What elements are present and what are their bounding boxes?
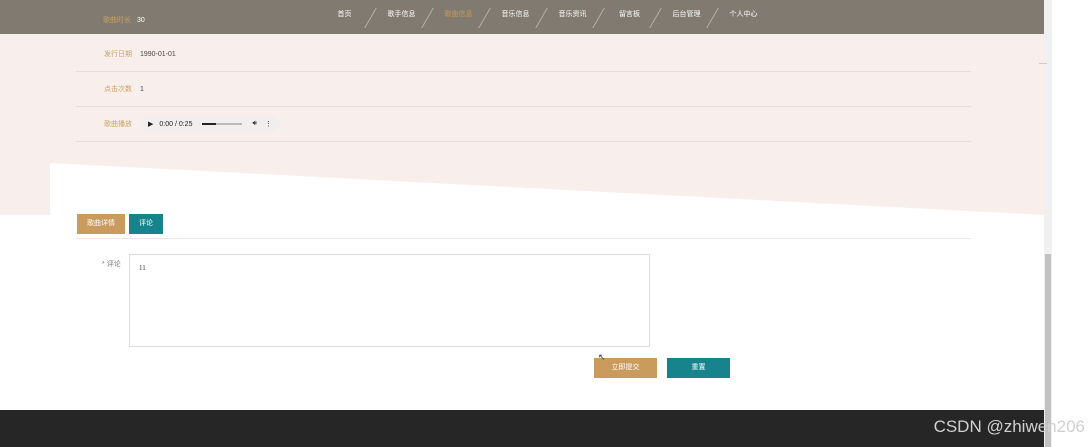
play-icon[interactable]: ▶ — [148, 120, 153, 128]
comment-label-text: 评论 — [106, 261, 121, 268]
tab-comment[interactable]: 评论 — [129, 214, 163, 234]
comment-label: * 评论 — [102, 259, 121, 269]
main-nav: 首页 歌手信息 歌曲信息 音乐信息 音乐资讯 留言板 后台管理 个人中心 — [316, 0, 772, 34]
song-duration-value: 30 — [137, 17, 145, 24]
clicks-value: 1 — [140, 85, 144, 93]
watermark-text: CSDN @zhiwen206 — [933, 417, 1085, 436]
audio-time: 0:00 / 0:25 — [159, 120, 193, 128]
volume-icon[interactable]: 🔊︎ — [252, 120, 256, 128]
tab-divider — [76, 238, 971, 239]
nav-item-music[interactable]: 音乐信息 — [487, 0, 544, 34]
song-duration-info: 歌曲时长 30 — [103, 15, 145, 25]
top-navbar: 歌曲时长 30 首页 歌手信息 歌曲信息 音乐信息 音乐资讯 留言板 后台管理 个… — [0, 0, 1044, 34]
audio-player[interactable]: ▶ 0:00 / 0:25 🔊︎ ⋮ — [140, 116, 280, 132]
reset-button[interactable]: 重置 — [667, 358, 730, 378]
mouse-cursor-icon: ↖ — [598, 352, 606, 362]
nav-item-admin[interactable]: 后台管理 — [658, 0, 715, 34]
right-margin — [1052, 0, 1089, 447]
comment-textarea[interactable]: 11 — [129, 254, 650, 347]
nav-item-singers[interactable]: 歌手信息 — [373, 0, 430, 34]
nav-item-messages[interactable]: 留言板 — [601, 0, 658, 34]
song-duration-label: 歌曲时长 — [103, 17, 131, 24]
nav-item-profile[interactable]: 个人中心 — [715, 0, 772, 34]
clicks-label: 点击次数 — [104, 86, 132, 93]
edge-divider — [1039, 63, 1047, 64]
tab-song-details[interactable]: 歌曲详情 — [77, 214, 125, 234]
song-play-row: 歌曲播放 ▶ 0:00 / 0:25 🔊︎ ⋮ — [76, 107, 971, 142]
more-options-icon[interactable]: ⋮ — [265, 120, 272, 128]
nav-item-songs[interactable]: 歌曲信息 — [430, 0, 487, 34]
nav-item-news[interactable]: 音乐资讯 — [544, 0, 601, 34]
clicks-row: 点击次数 1 — [76, 72, 971, 107]
page-footer — [0, 410, 1044, 447]
release-date-row: 发行日期 1990-01-01 — [76, 37, 971, 72]
required-mark: * — [102, 261, 105, 268]
audio-progress-bar[interactable] — [202, 123, 243, 125]
song-play-label: 歌曲播放 — [104, 121, 132, 128]
release-date-value: 1990-01-01 — [140, 50, 176, 58]
release-date-label: 发行日期 — [104, 51, 132, 58]
nav-item-home[interactable]: 首页 — [316, 0, 373, 34]
